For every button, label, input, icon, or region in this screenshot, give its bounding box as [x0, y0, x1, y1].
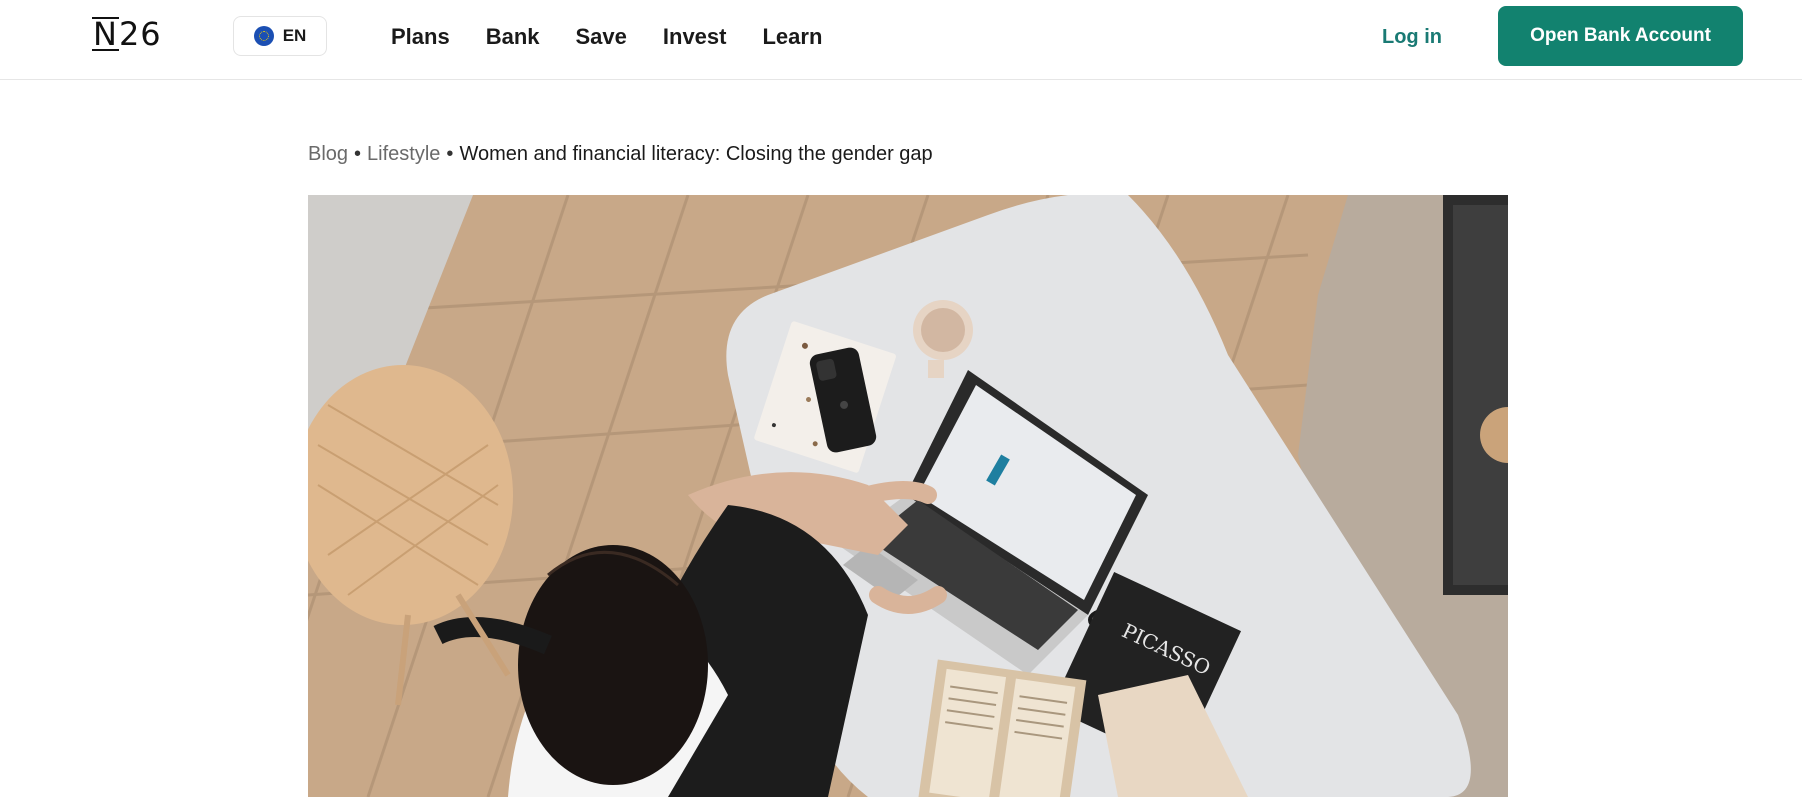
breadcrumb: Blog • Lifestyle • Women and financial liter…: [308, 140, 933, 168]
hero-illustration: PICASSO: [308, 195, 1508, 797]
nav-item-learn[interactable]: Learn: [762, 22, 822, 52]
side-table: [1443, 195, 1508, 595]
nav-item-invest[interactable]: Invest: [663, 22, 727, 52]
eu-flag-icon: [253, 26, 274, 46]
site-header: N26 EN Plans Bank Save Invest Learn Log …: [0, 0, 1802, 80]
nav-item-bank[interactable]: Bank: [486, 22, 540, 52]
logo-number: 26: [118, 15, 162, 53]
open-bank-account-button[interactable]: Open Bank Account: [1498, 6, 1743, 66]
breadcrumb-separator: •: [446, 143, 454, 165]
language-label: EN: [282, 26, 307, 45]
breadcrumb-current-page: Women and financial literacy: Closing th…: [459, 143, 933, 165]
nav-item-save[interactable]: Save: [576, 22, 627, 52]
n26-logo[interactable]: N26: [92, 16, 162, 52]
language-selector-button[interactable]: EN: [233, 16, 327, 56]
nav-item-plans[interactable]: Plans: [391, 22, 450, 52]
breadcrumb-link-blog[interactable]: Blog: [308, 143, 348, 165]
open-book: [918, 659, 1087, 797]
login-link[interactable]: Log in: [1382, 22, 1442, 52]
hero-image: PICASSO: [308, 195, 1508, 797]
breadcrumb-separator: •: [354, 143, 362, 165]
logo-letter-n: N: [92, 15, 119, 53]
breadcrumb-link-lifestyle[interactable]: Lifestyle: [367, 143, 440, 165]
main-nav: Plans Bank Save Invest Learn: [391, 22, 822, 52]
